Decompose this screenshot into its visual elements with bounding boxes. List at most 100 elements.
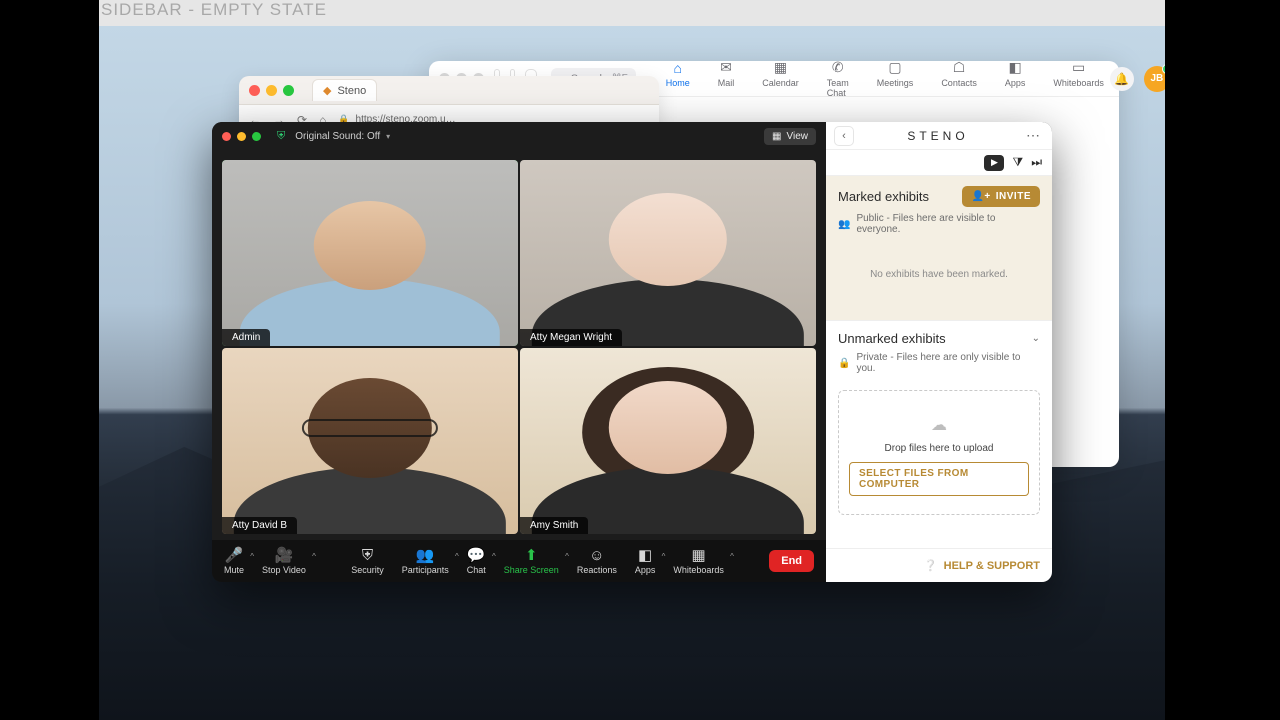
grid-icon: ▦ [772, 131, 781, 142]
tab-title: Steno [337, 85, 366, 97]
chevron-up-icon[interactable]: ^ [730, 552, 734, 561]
collapse-toggle[interactable]: ⌄ [1032, 333, 1040, 344]
steno-brand: STENO [862, 129, 1014, 143]
window-traffic-lights[interactable] [249, 85, 294, 96]
help-support-link[interactable]: ❔ HELP & SUPPORT [826, 548, 1052, 582]
more-button[interactable]: ⋯ [1022, 127, 1044, 144]
tab-label: Calendar [762, 78, 799, 88]
chat-icon: 💬 [467, 548, 486, 563]
notifications-button[interactable]: 🔔 [1110, 67, 1134, 91]
control-label: Chat [467, 565, 486, 575]
zoom-tab-bar: ⌂Home ✉Mail ▦Calendar ✆Team Chat ▢Meetin… [666, 60, 1104, 98]
record-indicator[interactable]: ▶ [984, 155, 1004, 171]
contacts-icon: ☖ [951, 60, 967, 76]
visibility-text: Private - Files here are only visible to… [856, 352, 1040, 374]
help-label: HELP & SUPPORT [944, 560, 1040, 572]
lock-icon: 🔒 [838, 358, 850, 369]
grid-icon: ▦ [692, 548, 706, 563]
stop-video-button[interactable]: 🎥Stop Video^ [262, 548, 306, 575]
chevron-up-icon[interactable]: ^ [250, 552, 254, 561]
people-icon: 👥 [416, 548, 435, 563]
drop-hint: Drop files here to upload [885, 443, 994, 454]
bell-icon: 🔔 [1114, 72, 1129, 86]
original-sound-toggle[interactable]: Original Sound: Off ▾ [295, 131, 390, 142]
help-icon: ❔ [924, 559, 938, 572]
desktop-wallpaper: ‹ › ⌄ ⌕ Search ⌘F ⌂Home ✉Mail ▦Calendar … [99, 26, 1165, 720]
video-icon: ▢ [887, 60, 903, 76]
whiteboards-button[interactable]: ▦Whiteboards^ [673, 548, 724, 575]
control-label: Participants [402, 565, 449, 575]
participant-tile[interactable]: Atty David B [222, 348, 518, 534]
spec-title: SIDEBAR - EMPTY STATE [99, 0, 327, 26]
back-button[interactable]: ‹ [834, 126, 854, 146]
view-label: View [787, 131, 809, 142]
control-label: Share Screen [504, 565, 559, 575]
share-icon: ⬆ [525, 548, 538, 563]
people-icon: 👥 [838, 219, 850, 230]
encryption-shield-icon[interactable]: ⛨ [277, 130, 285, 143]
browser-tab[interactable]: ◆ Steno [312, 79, 377, 101]
section-title: Unmarked exhibits [838, 331, 946, 346]
tab-favicon-icon: ◆ [323, 84, 331, 97]
profile-avatar[interactable]: JB [1144, 66, 1165, 92]
end-meeting-button[interactable]: End [769, 550, 814, 572]
control-label: Reactions [577, 565, 617, 575]
participant-tile[interactable]: Admin [222, 160, 518, 346]
tab-label: Home [666, 78, 690, 88]
apps-icon: ◧ [638, 548, 652, 563]
security-button[interactable]: ⛨Security [351, 548, 384, 575]
select-files-button[interactable]: SELECT FILES FROM COMPUTER [849, 462, 1029, 496]
control-label: Whiteboards [673, 565, 724, 575]
steno-sidebar: ‹ STENO ⋯ ▶ ⧩ ⏭ Marked exhibits 👤+ [826, 122, 1052, 582]
play-icon: ▶ [991, 157, 998, 168]
apps-icon: ◧ [1007, 60, 1023, 76]
chevron-up-icon[interactable]: ^ [662, 552, 666, 561]
upload-dropzone[interactable]: ☁ Drop files here to upload SELECT FILES… [838, 390, 1040, 515]
participant-tile[interactable]: Atty Megan Wright [520, 160, 816, 346]
tab-team-chat[interactable]: ✆Team Chat [827, 60, 849, 98]
filter-button[interactable]: ⧩ [1012, 155, 1023, 170]
smile-icon: ☺ [589, 548, 604, 563]
mute-button[interactable]: 🎤Mute^ [224, 548, 244, 575]
shield-icon: ⛨ [362, 548, 373, 563]
control-label: Mute [224, 565, 244, 575]
invite-button[interactable]: 👤+ INVITE [962, 186, 1040, 207]
view-button[interactable]: ▦ View [764, 128, 816, 145]
tab-apps[interactable]: ◧Apps [1005, 60, 1026, 98]
participant-tile[interactable]: Amy Smith [520, 348, 816, 534]
participant-name: Admin [222, 329, 270, 346]
share-screen-button[interactable]: ⬆Share Screen^ [504, 548, 559, 575]
chevron-up-icon[interactable]: ^ [565, 552, 569, 561]
participant-name: Atty Megan Wright [520, 329, 622, 346]
chat-button[interactable]: 💬Chat^ [467, 548, 486, 575]
chevron-down-icon: ▾ [386, 132, 390, 141]
participant-name: Atty David B [222, 517, 297, 534]
chevron-up-icon[interactable]: ^ [312, 552, 316, 561]
unmarked-exhibits-section: Unmarked exhibits ⌄ 🔒 Private - Files he… [826, 320, 1052, 380]
apps-button[interactable]: ◧Apps^ [635, 548, 656, 575]
participant-name: Amy Smith [520, 517, 588, 534]
visibility-text: Public - Files here are visible to every… [856, 213, 1040, 235]
invite-label: INVITE [996, 191, 1031, 202]
meeting-controls: 🎤 Mute ^ 🎥Stop Video^ ⛨Security 👥 Participa… [212, 540, 826, 582]
window-traffic-lights[interactable] [222, 132, 261, 141]
tab-contacts[interactable]: ☖ Contacts [941, 60, 977, 98]
zoom-meeting-window: ⛨ Original Sound: Off ▾ ▦ View [212, 122, 1052, 582]
participants-button[interactable]: 👥Participants^ [402, 548, 449, 575]
tab-home[interactable]: ⌂Home [666, 60, 690, 98]
tab-meetings[interactable]: ▢Meetings [877, 60, 914, 98]
chevron-left-icon: ‹ [842, 130, 846, 142]
camera-icon: 🎥 [275, 548, 294, 563]
tab-mail[interactable]: ✉Mail [718, 60, 735, 98]
tab-whiteboards[interactable]: ▭Whiteboards [1053, 60, 1104, 98]
microphone-icon: 🎤 [225, 548, 244, 563]
person-add-icon: 👤+ [971, 191, 990, 202]
tab-label: Whiteboards [1053, 78, 1104, 88]
chevron-up-icon[interactable]: ^ [455, 552, 459, 561]
tab-calendar[interactable]: ▦Calendar [762, 60, 799, 98]
tab-label: Contacts [941, 78, 977, 88]
skip-button[interactable]: ⏭ [1031, 155, 1042, 170]
reactions-button[interactable]: ☺ Reactions [577, 548, 617, 575]
chevron-up-icon[interactable]: ^ [492, 552, 496, 561]
original-sound-label: Original Sound: Off [295, 131, 380, 142]
